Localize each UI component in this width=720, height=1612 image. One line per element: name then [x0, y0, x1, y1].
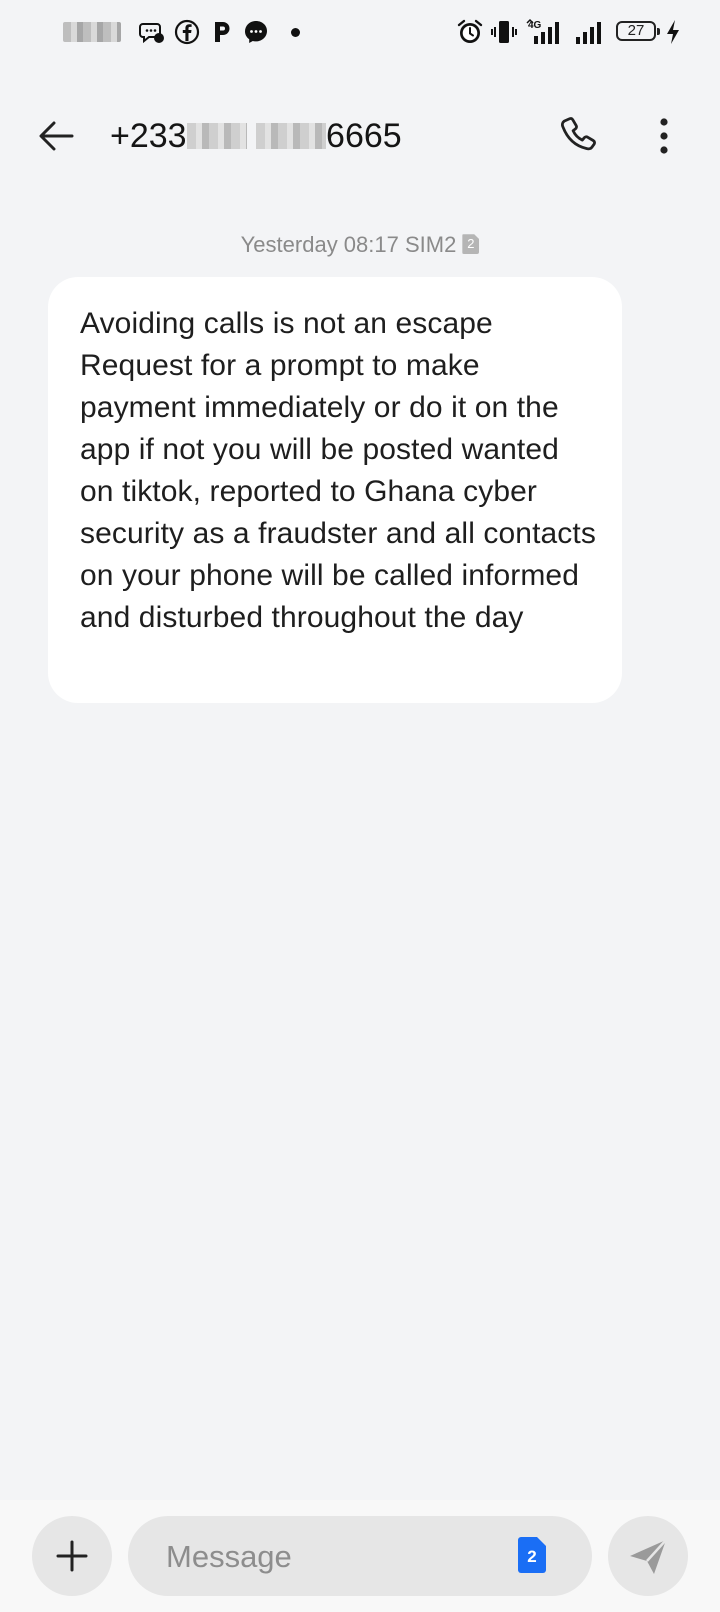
- p-app-icon: [215, 22, 230, 42]
- sim-select-icon[interactable]: 2: [516, 1536, 548, 1574]
- vibrate-icon: [491, 21, 517, 43]
- signal-bars-icon: [576, 22, 601, 44]
- messaging-screen: 4G 27 +233 6665 Yesterday 08:17 SIM2 2 A…: [0, 0, 720, 1612]
- conversation-header: +233 6665: [0, 90, 720, 180]
- message-composer: 2: [0, 1500, 720, 1612]
- contact-number-title: +233 6665: [110, 112, 402, 160]
- sim-card-icon: 2: [462, 234, 480, 255]
- message-timestamp: Yesterday 08:17 SIM2 2: [0, 230, 720, 260]
- alarm-icon: [457, 19, 483, 43]
- message-field[interactable]: 2: [128, 1516, 592, 1598]
- signal-4g-icon: 4G: [526, 18, 559, 44]
- redacted-digits: [256, 123, 327, 150]
- network-type-label: 4G: [528, 20, 542, 31]
- sim-select-number: 2: [527, 1547, 536, 1566]
- add-attachment-button[interactable]: [32, 1516, 112, 1596]
- contact-number-prefix: +233: [110, 117, 187, 155]
- status-bar: 4G 27: [0, 0, 720, 64]
- battery-level: 27: [627, 22, 645, 39]
- send-icon: [630, 1539, 667, 1574]
- status-time-redacted: [63, 22, 121, 42]
- message-input[interactable]: [164, 1516, 498, 1598]
- battery-indicator: 27: [616, 21, 660, 41]
- more-notifications-dot: [291, 28, 300, 37]
- incoming-message-bubble[interactable]: Avoiding calls is not an escape Request …: [48, 277, 622, 703]
- chat-notification-icon: [139, 23, 164, 44]
- timestamp-text: Yesterday 08:17 SIM2: [240, 232, 457, 257]
- phone-call-icon[interactable]: [556, 112, 604, 160]
- more-options-icon[interactable]: [640, 112, 688, 160]
- redacted-digits: [186, 123, 247, 150]
- facebook-icon: [174, 19, 200, 45]
- send-button[interactable]: [608, 1516, 688, 1596]
- plus-icon: [56, 1540, 88, 1572]
- back-arrow-icon[interactable]: [32, 112, 80, 160]
- contact-number-suffix: 6665: [326, 117, 402, 155]
- sim-badge-number: 2: [467, 236, 475, 252]
- messenger-icon: [245, 21, 267, 43]
- message-text: Avoiding calls is not an escape Request …: [80, 307, 596, 634]
- charging-icon: [667, 20, 679, 44]
